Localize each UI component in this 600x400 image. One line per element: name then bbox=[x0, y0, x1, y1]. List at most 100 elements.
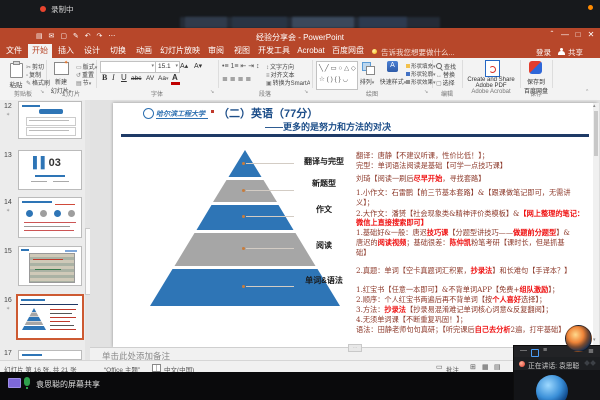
character-spacing-button[interactable]: AV bbox=[146, 75, 154, 82]
slide-scrollbar-thumb[interactable] bbox=[594, 111, 598, 156]
overlay-window-icon[interactable] bbox=[531, 349, 539, 357]
ribbon-tab-row: 文件 开始 插入 设计 切换 动画 幻灯片放映 审阅 视图 开发工具 Acrob… bbox=[0, 44, 600, 58]
clipboard-dialog-launcher[interactable]: ↘ bbox=[40, 89, 44, 95]
user-avatar[interactable] bbox=[565, 325, 592, 352]
recording-label: 录制中 bbox=[51, 4, 74, 15]
tab-slideshow[interactable]: 幻灯片放映 bbox=[158, 44, 202, 58]
paste-button[interactable]: 粘贴 bbox=[4, 79, 28, 89]
create-share-pdf-button[interactable]: Create and ShareAdobe PDF bbox=[462, 77, 520, 89]
font-size-combobox[interactable]: 15.1▾ bbox=[155, 61, 180, 73]
italic-button[interactable]: I bbox=[112, 73, 115, 82]
shape-outline-button[interactable]: 形状轮廓▾ bbox=[406, 70, 436, 78]
smartart-button[interactable]: ▣转换为SmartArt bbox=[266, 78, 310, 87]
collapse-ribbon-button[interactable]: ˆ bbox=[586, 90, 588, 97]
overlay-list-icon[interactable]: ≡ bbox=[543, 347, 547, 354]
restore-button[interactable]: □ bbox=[572, 30, 584, 39]
slide-thumbnail-12[interactable] bbox=[18, 101, 82, 139]
pyramid-label-translation-cloze[interactable]: 翻译与完型 bbox=[293, 156, 355, 167]
shape-fill-button[interactable]: 形状填充▾ bbox=[406, 62, 436, 70]
change-case-button[interactable]: Aa▾ bbox=[158, 75, 168, 82]
slide-sorter-view-icon[interactable]: ▦ bbox=[482, 363, 489, 371]
tab-acrobat[interactable]: Acrobat bbox=[294, 44, 328, 58]
pyramid-label-vocab-grammar[interactable]: 单词&语法 bbox=[293, 275, 355, 286]
overlay-minimize-icon[interactable]: — bbox=[520, 347, 527, 354]
screen-share-label: 袁思聪的屏幕共享 bbox=[36, 379, 100, 390]
thumb13-text: 03 bbox=[49, 157, 61, 169]
notes-line: 唐迟的阅读视频；基础很差：陈仲凯粉笔考研【课时长，但是抓基 bbox=[356, 239, 565, 246]
bold-button[interactable]: B bbox=[102, 73, 107, 82]
quick-access-toolbar[interactable]: ▤ ✉ ▢ ✎ ↶ ↷ ⋯ bbox=[36, 32, 117, 40]
pyramid-dot bbox=[242, 285, 245, 288]
shapes-row1[interactable]: ╲ ╱ ▭ ○ △ ◇ bbox=[319, 64, 356, 72]
drawing-dialog-launcher[interactable]: ↘ bbox=[424, 89, 428, 95]
tell-me-search[interactable]: 告诉我您想要做什么... bbox=[381, 47, 455, 58]
shape-effects-button[interactable]: 形状效果▾ bbox=[406, 78, 436, 86]
tab-view[interactable]: 视图 bbox=[230, 44, 254, 58]
font-dialog-launcher[interactable]: ↘ bbox=[210, 89, 214, 95]
slide-thumbnail-13[interactable]: ▌▌03 bbox=[18, 150, 82, 190]
pyramid-label-new-question-type[interactable]: 新题型 bbox=[293, 178, 355, 189]
slide-thumbnail-14[interactable] bbox=[18, 197, 82, 238]
arrange-button[interactable]: 排列▾ bbox=[356, 77, 378, 86]
group-acrobat: Adobe Acrobat bbox=[462, 89, 520, 95]
font-name-combobox[interactable]: ▾ bbox=[100, 61, 156, 73]
overlay-menu-icon[interactable]: ≣ bbox=[588, 347, 594, 355]
tab-insert[interactable]: 插入 bbox=[54, 44, 78, 58]
shapes-gallery[interactable]: ╲ ╱ ▭ ○ △ ◇ ☆ ( ) { } ◡ bbox=[316, 61, 358, 90]
tab-design[interactable]: 设计 bbox=[80, 44, 104, 58]
paste-icon[interactable] bbox=[10, 63, 23, 78]
speaking-label: 正在讲话: 袁思聪 bbox=[528, 360, 579, 370]
close-button[interactable]: ✕ bbox=[585, 30, 597, 39]
minimize-button[interactable]: — bbox=[559, 30, 571, 39]
tab-animations[interactable]: 动画 bbox=[132, 44, 156, 58]
overlay-video-area[interactable] bbox=[514, 370, 600, 400]
shrink-font-button[interactable]: A▾ bbox=[194, 62, 202, 70]
quick-styles-button[interactable]: 快速样式▾ bbox=[378, 77, 408, 86]
share-button[interactable]: 共享 bbox=[568, 47, 583, 58]
slide-thumbnail-17[interactable] bbox=[18, 350, 82, 360]
tab-developer[interactable]: 开发工具 bbox=[256, 44, 292, 58]
strikethrough-button[interactable]: abc bbox=[131, 75, 141, 82]
notes-line: 4.无须单词课【不断重复巩固！】； bbox=[356, 316, 467, 323]
arrange-icon bbox=[362, 62, 371, 71]
scroll-up-icon[interactable]: ▴ bbox=[593, 103, 596, 109]
grow-font-button[interactable]: A▴ bbox=[180, 62, 188, 70]
group-slides: 幻灯片 bbox=[46, 89, 96, 98]
pyramid-label-reading[interactable]: 阅读 bbox=[293, 240, 355, 251]
select-button[interactable]: ▢选择 bbox=[436, 78, 455, 87]
slide-canvas[interactable]: 哈尔滨工程大学 （二）英语（77分） ——更多的是努力和方法的对决 bbox=[113, 103, 597, 347]
slide-scrollbar[interactable]: ▴ ▾ bbox=[593, 103, 599, 345]
scroll-down-icon[interactable]: ▾ bbox=[593, 337, 596, 343]
paragraph-dialog-launcher[interactable]: ↘ bbox=[304, 89, 308, 95]
pyramid-dot bbox=[242, 215, 245, 218]
panel-scrollbar[interactable] bbox=[85, 100, 90, 360]
paragraph-align-buttons[interactable]: ≣ ≣ ≣ ≣ bbox=[222, 75, 251, 83]
overlay-logo-icon bbox=[584, 360, 590, 366]
spell-check-icon[interactable] bbox=[152, 364, 161, 372]
reading-view-icon[interactable]: ▤ bbox=[494, 363, 501, 371]
tab-file[interactable]: 文件 bbox=[2, 44, 26, 58]
tab-baidu-netdisk[interactable]: 百度网盘 bbox=[330, 44, 366, 58]
underline-button[interactable]: U bbox=[121, 73, 127, 82]
shapes-row2[interactable]: ☆ ( ) { } ◡ bbox=[319, 75, 348, 83]
ribbon-display-options-button[interactable]: ˆ bbox=[546, 30, 558, 39]
slide-thumbnail-15[interactable] bbox=[18, 246, 82, 286]
notes-splitter[interactable]: ⋯ bbox=[348, 344, 362, 352]
find-icon bbox=[436, 63, 442, 69]
recording-dot-icon bbox=[40, 6, 46, 12]
font-color-button[interactable]: A bbox=[172, 73, 178, 82]
tab-transitions[interactable]: 切换 bbox=[106, 44, 130, 58]
screen-share-bar: 袁思聪的屏幕共享 bbox=[0, 372, 600, 400]
tab-review[interactable]: 审阅 bbox=[204, 44, 228, 58]
slide-subtitle[interactable]: ——更多的是努力和方法的对决 bbox=[265, 120, 391, 133]
normal-view-icon[interactable]: ⊞ bbox=[470, 363, 476, 371]
slide-thumbnail-16-selected[interactable] bbox=[16, 294, 84, 340]
comments-icon[interactable]: ▭ bbox=[436, 363, 443, 371]
section-button[interactable]: ▤节▾ bbox=[76, 78, 91, 87]
slide-title[interactable]: （二）英语（77分） bbox=[218, 105, 318, 121]
tab-home[interactable]: 开始 bbox=[28, 44, 52, 58]
pyramid-label-essay[interactable]: 作文 bbox=[293, 204, 355, 215]
leader-line bbox=[246, 163, 294, 164]
sign-in-link[interactable]: 登录 bbox=[536, 47, 551, 58]
paragraph-row1-buttons[interactable]: •≡ 1≡ ⇤ ⇥ ↕ bbox=[222, 62, 260, 70]
